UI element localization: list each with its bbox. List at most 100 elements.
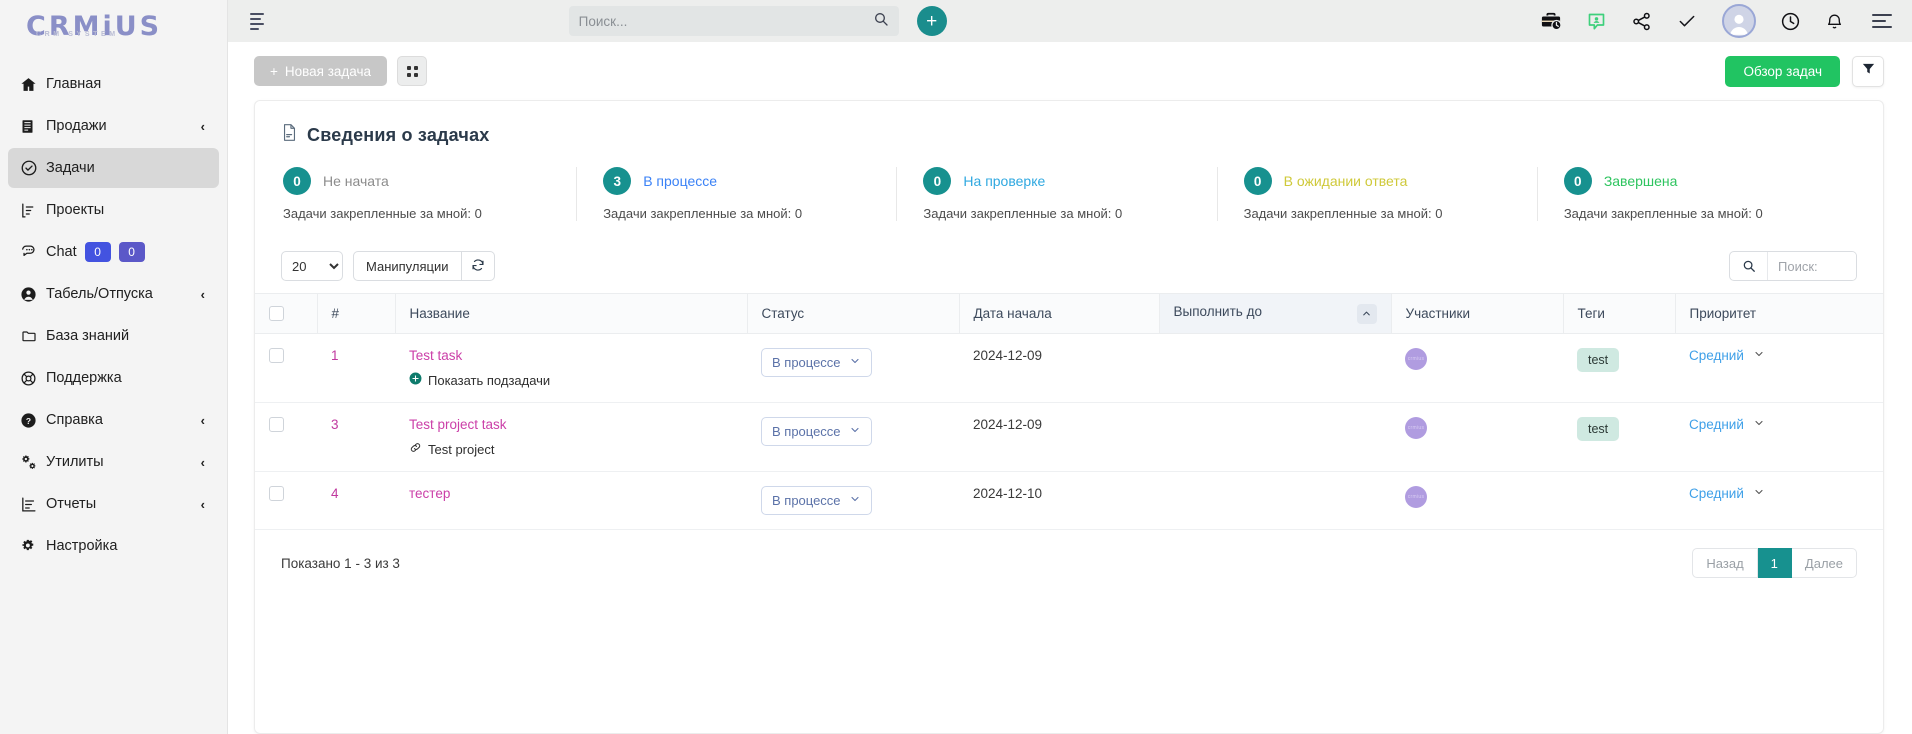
sidebar-item-tabel-otpuska[interactable]: Табель/Отпуска ‹ (8, 274, 219, 314)
task-id-link[interactable]: 1 (331, 348, 339, 363)
task-name-link[interactable]: тестер (409, 486, 450, 501)
task-name-link[interactable]: Test project task (409, 417, 507, 432)
grid-view-button[interactable] (397, 56, 428, 86)
col-participants[interactable]: Участники (1391, 293, 1564, 334)
pagination-prev[interactable]: Назад (1692, 548, 1758, 578)
sidebar-item-spravka[interactable]: ? Справка ‹ (8, 400, 219, 440)
col-name[interactable]: Название (395, 293, 748, 334)
global-search[interactable] (568, 6, 899, 36)
row-priority-cell: Средний (1675, 471, 1883, 530)
task-id-link[interactable]: 3 (331, 417, 339, 432)
col-priority[interactable]: Приоритет (1675, 293, 1883, 334)
linked-project-link[interactable]: Test project (428, 442, 494, 457)
chat-badge-unread[interactable]: 0 (84, 242, 111, 262)
col-start-date[interactable]: Дата начала (959, 293, 1160, 334)
chevron-left-icon[interactable]: ‹ (201, 413, 207, 428)
task-name-link[interactable]: Test task (409, 348, 462, 363)
sidebar-item-label: Отчеты (46, 496, 97, 512)
search-icon[interactable] (873, 11, 889, 32)
sidebar-item-baza-znaniy[interactable]: База знаний (8, 316, 219, 356)
row-select-cell[interactable] (255, 471, 317, 530)
chat-user-icon[interactable] (1586, 11, 1607, 32)
chat-badge-total[interactable]: 0 (118, 242, 145, 262)
brand-logo[interactable]: CRMiUS CRM SYSTEM (0, 0, 227, 52)
sidebar-item-utility[interactable]: Утилиты ‹ (8, 442, 219, 482)
pagination-page-1[interactable]: 1 (1757, 548, 1792, 578)
sort-asc-icon[interactable] (1356, 303, 1377, 324)
row-select-cell[interactable] (255, 402, 317, 472)
row-checkbox[interactable] (269, 486, 284, 501)
filter-button[interactable] (1852, 55, 1884, 87)
tag-chip[interactable]: test (1577, 417, 1620, 441)
sidebar-item-zadachi[interactable]: Задачи (8, 148, 219, 188)
status-dropdown[interactable]: В процессе (761, 348, 872, 377)
share-icon[interactable] (1631, 11, 1652, 32)
table-row[interactable]: 3 Test project task Test project В проце… (255, 402, 1883, 472)
show-subtasks-link[interactable]: Показать подзадачи (428, 373, 550, 388)
select-all-checkbox[interactable] (269, 306, 284, 321)
tag-chip[interactable]: test (1577, 348, 1620, 372)
manipulations-button[interactable]: Манипуляции (353, 251, 462, 281)
row-id-cell: 1 (317, 333, 395, 403)
priority-dropdown[interactable]: Средний (1689, 486, 1765, 501)
table-row[interactable]: 4 тестер В процессе 2024-12-10 crmius Ср… (255, 471, 1883, 530)
participant-avatar[interactable]: crmius (1405, 417, 1427, 439)
right-menu-icon[interactable] (1871, 10, 1894, 32)
show-subtasks-row[interactable]: Показать подзадачи (409, 372, 733, 388)
sidebar-item-otchety[interactable]: Отчеты ‹ (8, 484, 219, 524)
overview-tasks-button[interactable]: Обзор задач (1725, 55, 1840, 87)
priority-dropdown[interactable]: Средний (1689, 348, 1765, 363)
chevron-left-icon[interactable]: ‹ (201, 455, 207, 470)
row-checkbox[interactable] (269, 417, 284, 432)
sidebar-item-proekty[interactable]: Проекты (8, 190, 219, 230)
sidebar-toggle-icon[interactable] (250, 10, 272, 33)
chevron-left-icon[interactable]: ‹ (201, 287, 207, 302)
participant-avatar[interactable]: crmius (1405, 348, 1427, 370)
sidebar-item-chat[interactable]: Chat 0 0 (8, 232, 219, 272)
sidebar-item-prodazhi[interactable]: Продажи ‹ (8, 106, 219, 146)
row-select-cell[interactable] (255, 333, 317, 403)
stat-na-proverke[interactable]: 0 На проверке Задачи закрепленные за мно… (896, 167, 1216, 221)
briefcase-clock-icon[interactable] (1540, 11, 1562, 31)
priority-dropdown[interactable]: Средний (1689, 417, 1765, 432)
col-tags[interactable]: Теги (1563, 293, 1676, 334)
new-task-button[interactable]: + Новая задача (254, 56, 388, 86)
row-checkbox[interactable] (269, 348, 284, 363)
col-status[interactable]: Статус (747, 293, 960, 334)
search-input[interactable] (578, 13, 873, 29)
table-search-input[interactable] (1768, 252, 1856, 280)
sidebar-item-podderzhka[interactable]: Поддержка (8, 358, 219, 398)
col-id[interactable]: # (317, 293, 396, 334)
sidebar-item-glavnaya[interactable]: Главная (8, 64, 219, 104)
table-footer: Показано 1 - 3 из 3 Назад 1 Далее (255, 530, 1883, 598)
refresh-button[interactable] (461, 251, 495, 281)
quick-add-button[interactable]: + (916, 6, 947, 36)
table-search[interactable] (1729, 251, 1857, 281)
avatar[interactable] (1721, 4, 1756, 38)
pagination-next[interactable]: Далее (1791, 548, 1857, 578)
page-size-select[interactable]: 20 (281, 251, 343, 281)
chevron-left-icon[interactable]: ‹ (201, 119, 207, 134)
chevron-down-icon (849, 493, 861, 508)
linked-project-row[interactable]: Test project (409, 441, 733, 457)
status-dropdown[interactable]: В процессе (761, 486, 872, 515)
status-dropdown[interactable]: В процессе (761, 417, 872, 446)
sidebar-item-nastroyka[interactable]: Настройка (8, 526, 219, 566)
select-all-header[interactable] (255, 293, 318, 334)
clock-icon[interactable] (1780, 11, 1801, 32)
stat-v-protsesse[interactable]: 3 В процессе Задачи закрепленные за мной… (576, 167, 896, 221)
participant-avatar[interactable]: crmius (1405, 486, 1427, 508)
stat-ne-nachata[interactable]: 0 Не начата Задачи закрепленные за мной:… (281, 167, 576, 221)
user-icon (20, 286, 46, 303)
check-icon[interactable] (1676, 11, 1698, 31)
table-body: 1 Test task Показать подзадачи В процесс… (255, 333, 1883, 530)
stat-zavershena[interactable]: 0 Завершена Задачи закрепленные за мной:… (1536, 167, 1857, 221)
task-id-link[interactable]: 4 (331, 486, 339, 501)
chevron-left-icon[interactable]: ‹ (201, 497, 207, 512)
bell-icon[interactable] (1825, 11, 1844, 32)
status-label: В процессе (772, 493, 841, 508)
stat-v-ozhidanii-otveta[interactable]: 0 В ожидании ответа Задачи закрепленные … (1216, 167, 1537, 221)
table-row[interactable]: 1 Test task Показать подзадачи В процесс… (255, 333, 1883, 403)
col-due-date[interactable]: Выполнить до (1159, 293, 1392, 334)
search-icon[interactable] (1730, 252, 1768, 280)
